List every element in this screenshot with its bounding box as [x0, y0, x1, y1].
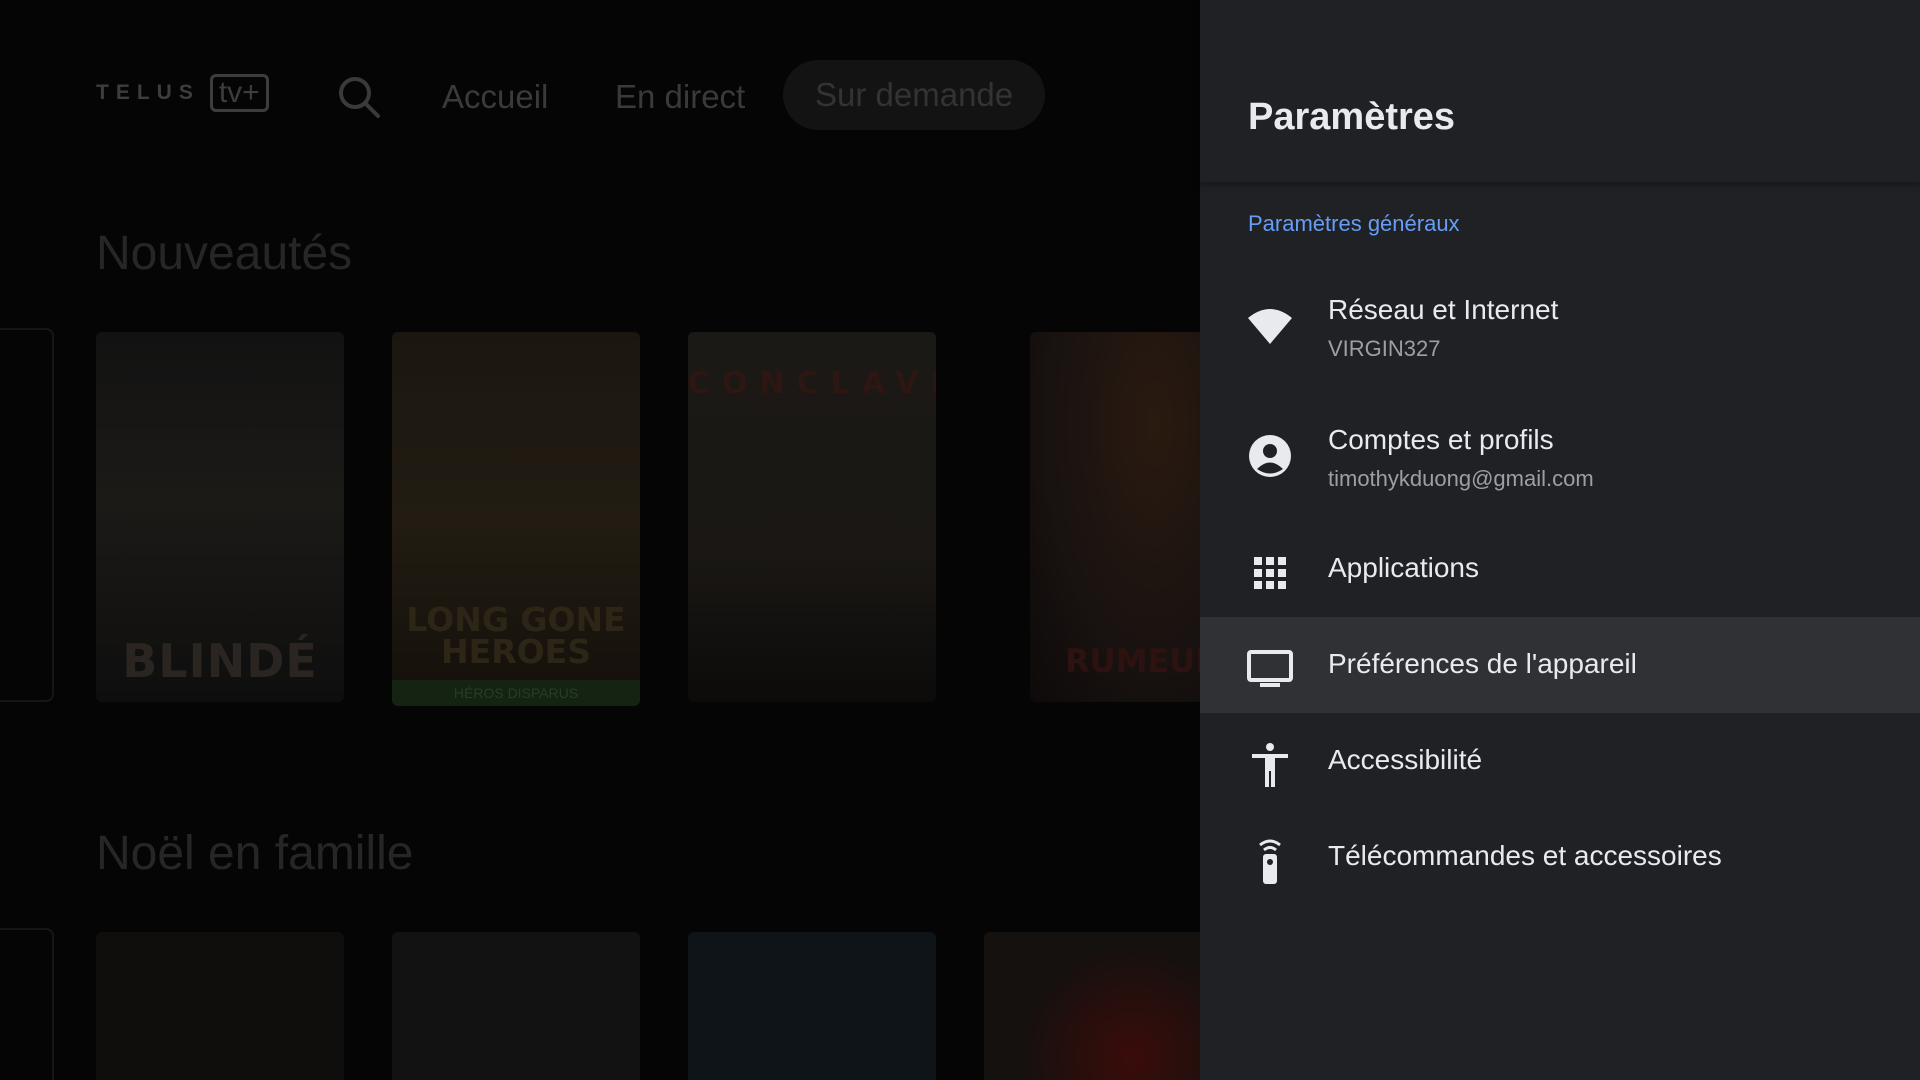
offscreen-card [0, 928, 54, 1080]
poster-title: LONG GONE HEROES [392, 603, 640, 668]
settings-item-label: Comptes et profils [1328, 424, 1554, 455]
poster-conclave[interactable]: CONCLAVE [688, 332, 936, 702]
remote-icon [1259, 839, 1281, 884]
search-icon[interactable] [336, 74, 382, 120]
settings-title: Paramètres [1248, 96, 1456, 138]
settings-item-accounts[interactable]: Comptes et profils timothykduong@gmail.c… [1200, 410, 1920, 530]
settings-item-remotes[interactable]: Télécommandes et accessoires [1200, 809, 1920, 905]
screen: TELUS tv+ Accueil En direct Sur demande … [0, 0, 1920, 1080]
poster-title: BLINDÉ [122, 634, 318, 688]
settings-header: Paramètres [1200, 0, 1920, 182]
row-title-noel-en-famille: Noël en famille [96, 827, 414, 880]
poster-title-main: LONG GONE HEROES [406, 600, 626, 671]
tv-icon [1247, 650, 1293, 687]
telus-tv-logo: TELUS tv+ [96, 74, 269, 112]
logo-tv-badge: tv+ [209, 74, 269, 112]
settings-item-label: Préférences de l'appareil [1328, 648, 1637, 679]
apps-grid-icon [1254, 557, 1286, 589]
settings-item-label: Applications [1328, 552, 1479, 583]
nav-sur-demande[interactable]: Sur demande [783, 60, 1046, 130]
nav-accueil[interactable]: Accueil [442, 74, 548, 120]
settings-item-applications[interactable]: Applications [1200, 521, 1920, 617]
wifi-icon [1248, 309, 1292, 344]
row-title-nouveautes: Nouveautés [96, 227, 353, 280]
poster-band: HÉROS DISPARUS [392, 680, 640, 706]
section-label-general: Paramètres généraux [1248, 211, 1460, 236]
poster-rumeurs[interactable]: RUMEURS [1030, 332, 1200, 702]
settings-item-device-preferences[interactable]: Préférences de l'appareil [1200, 617, 1920, 713]
poster-title: RUMEURS [1065, 642, 1200, 680]
background-app: TELUS tv+ Accueil En direct Sur demande … [0, 0, 1200, 1080]
settings-item-subtitle: VIRGIN327 [1328, 336, 1441, 361]
settings-panel: Paramètres Paramètres généraux Réseau et… [1200, 0, 1920, 1080]
logo-word: TELUS [96, 81, 200, 104]
poster-card[interactable] [688, 932, 936, 1080]
top-navigation: TELUS tv+ Accueil En direct Sur demande [0, 0, 1200, 190]
account-circle-icon [1249, 435, 1291, 477]
offscreen-card [0, 328, 54, 702]
poster-card[interactable] [984, 932, 1200, 1080]
settings-item-accessibility[interactable]: Accessibilité [1200, 713, 1920, 809]
poster-title: CONCLAVE [688, 366, 936, 401]
poster-card[interactable] [392, 932, 640, 1080]
settings-item-label: Télécommandes et accessoires [1328, 840, 1722, 871]
poster-blinde[interactable]: BLINDÉ [96, 332, 344, 702]
accessibility-icon [1252, 743, 1288, 787]
poster-card[interactable] [96, 932, 344, 1080]
poster-long-gone-heroes[interactable]: LONG GONE HEROES HÉROS DISPARUS [392, 332, 640, 706]
settings-item-label: Réseau et Internet [1328, 294, 1559, 325]
settings-item-label: Accessibilité [1328, 744, 1483, 775]
settings-item-subtitle: timothykduong@gmail.com [1328, 466, 1594, 491]
nav-en-direct[interactable]: En direct [615, 74, 745, 120]
settings-item-network[interactable]: Réseau et Internet VIRGIN327 [1200, 280, 1920, 400]
